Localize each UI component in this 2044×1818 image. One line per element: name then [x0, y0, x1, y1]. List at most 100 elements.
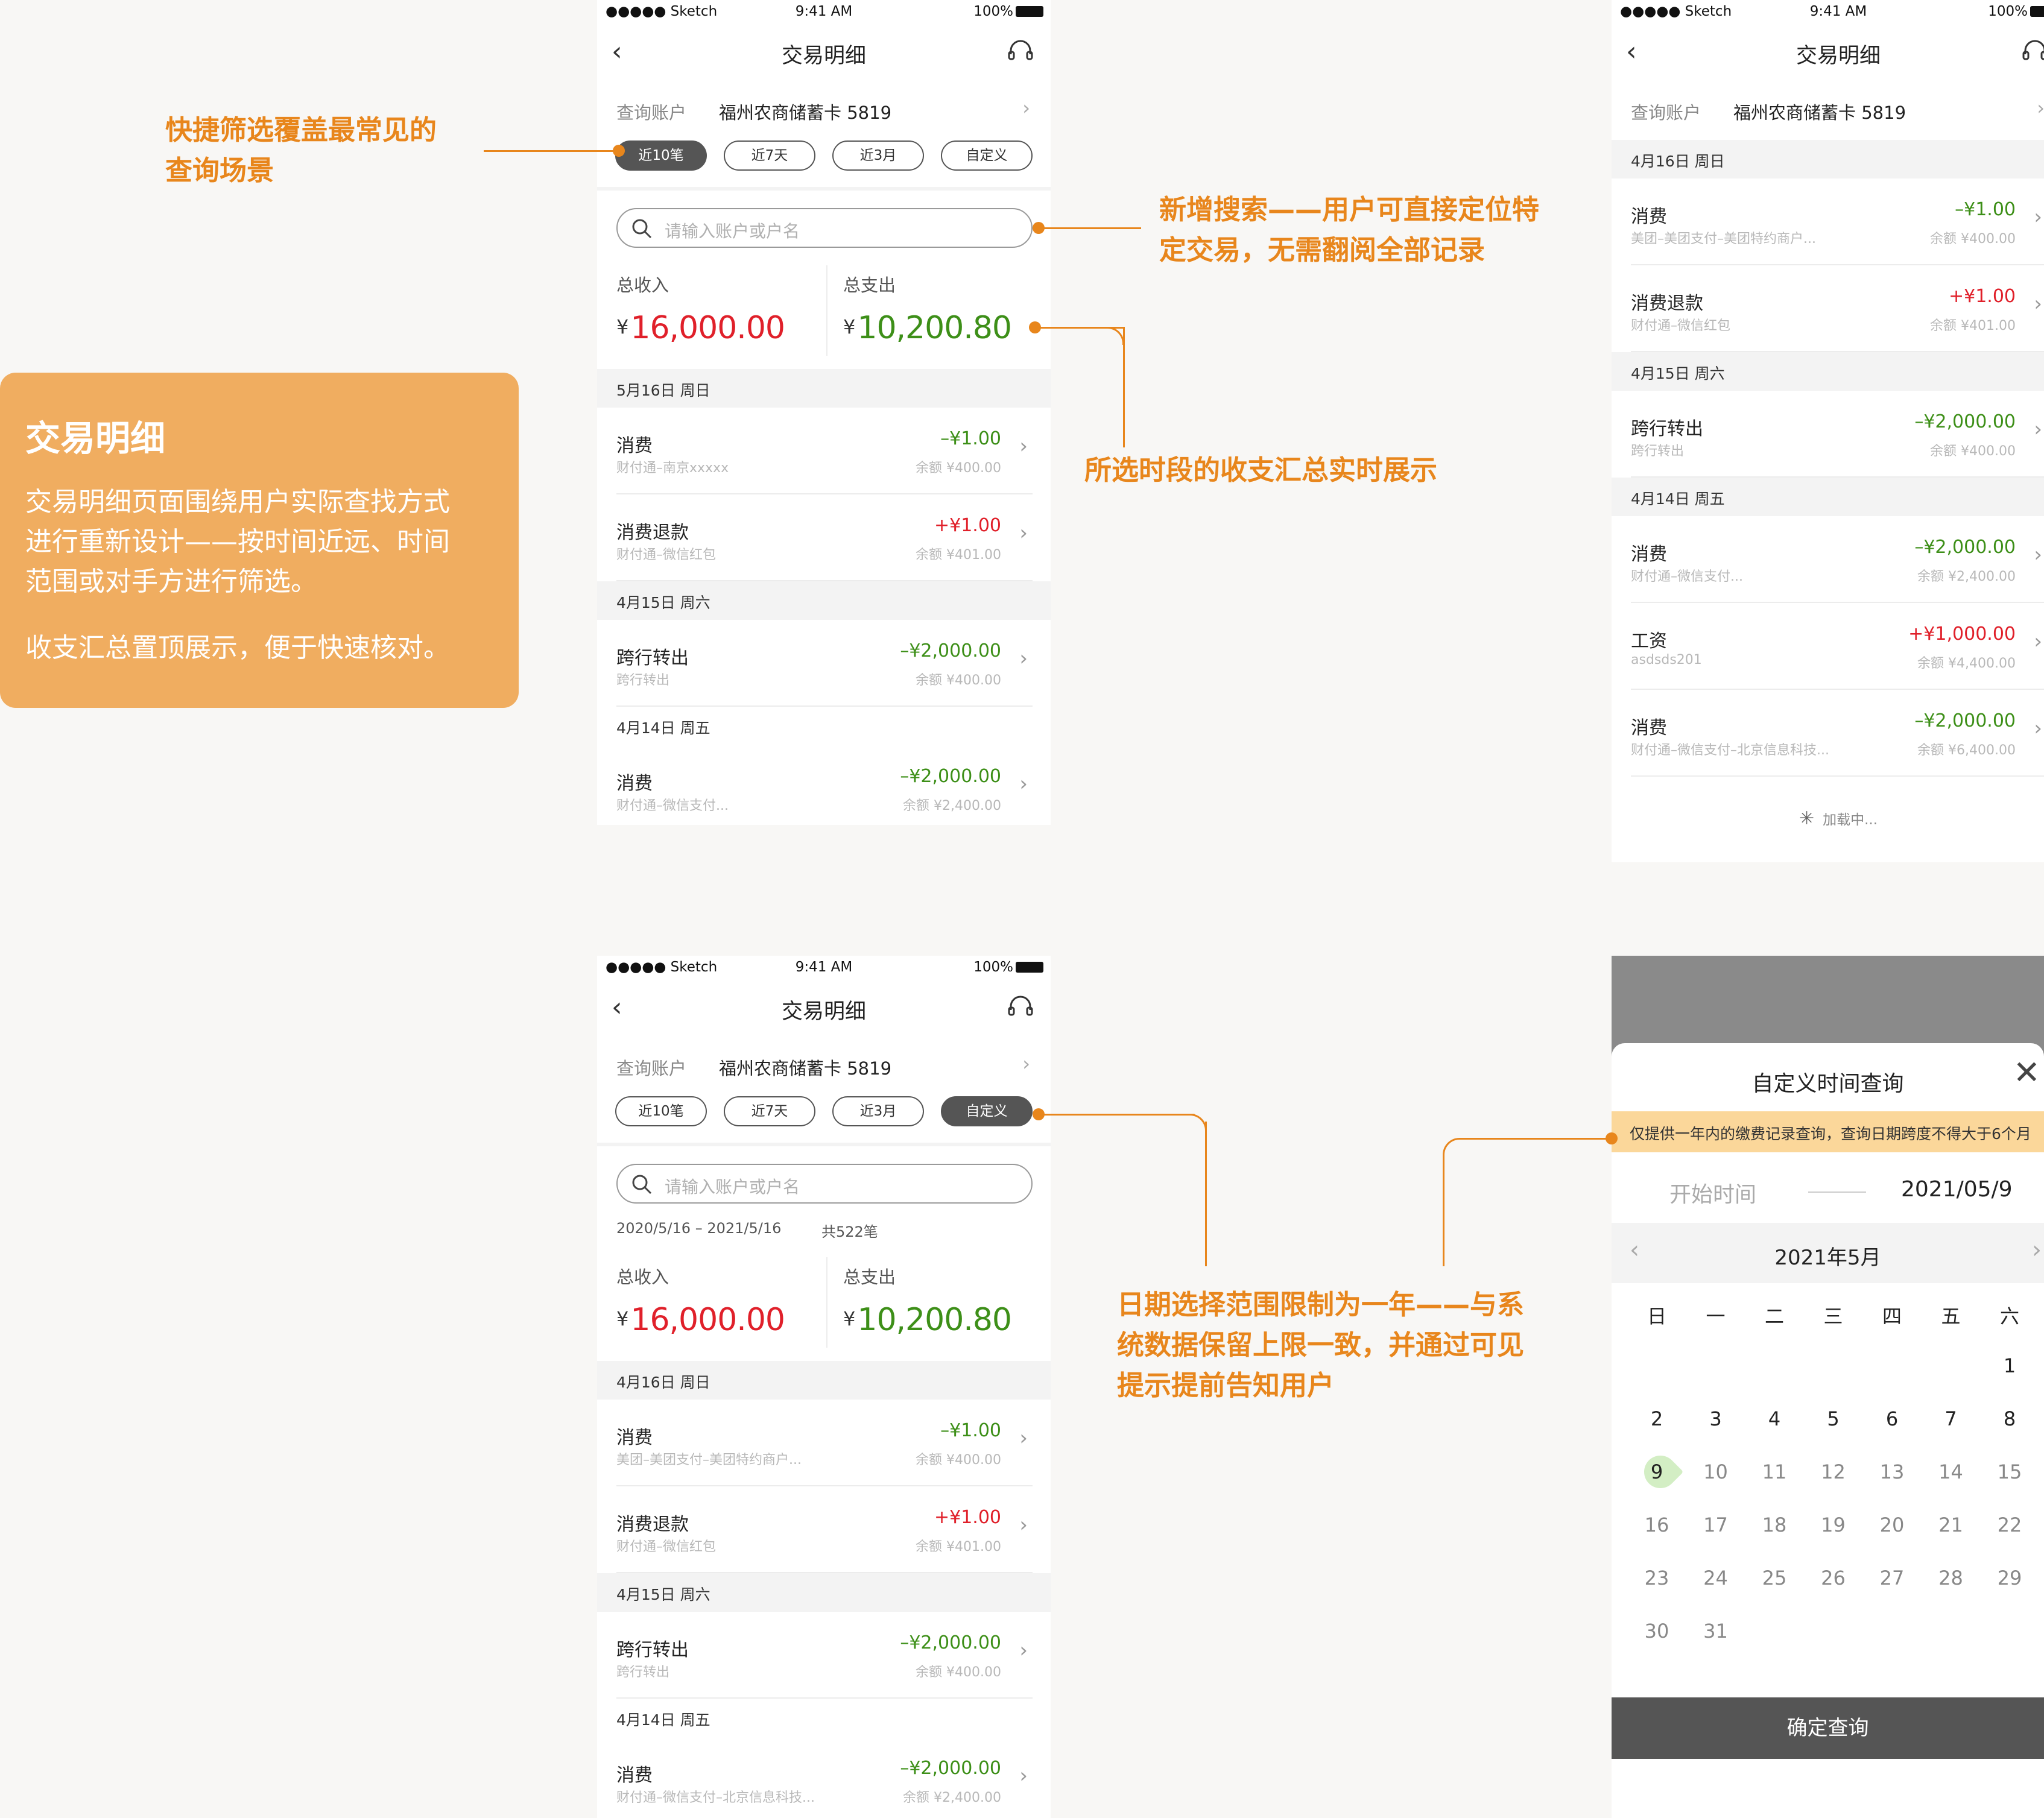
headset-icon[interactable]: [2020, 37, 2044, 66]
calendar-day[interactable]: 7: [1922, 1407, 1981, 1430]
row-divider: [1631, 775, 2044, 777]
callout-line: 快捷筛选覆盖最常见的: [165, 114, 437, 146]
transaction-counterparty: 财付通–南京xxxxx: [616, 461, 729, 476]
info-card-line: 范围或对手方进行筛选。: [25, 566, 317, 597]
phone-screen-date-modal: 自定义时间查询 ✕ 仅提供一年内的缴费记录查询，查询日期跨度不得大于6个月 开始…: [1612, 956, 2044, 1818]
phone-screen-custom: ●●●●● Sketch 9:41 AM 100% ‹ 交易明细 查询账户 福州…: [597, 956, 1051, 1818]
search-input[interactable]: 请输入账户或户名: [616, 208, 1033, 248]
income-amount: ¥16,000.00: [616, 310, 785, 346]
calendar-day[interactable]: 29: [1980, 1567, 2039, 1589]
calendar-day[interactable]: 6: [1862, 1407, 1922, 1430]
transaction-row[interactable]: 消费 财付通–南京xxxxx –¥1.00 余额 ¥400.00 ›: [597, 408, 1051, 494]
weekday-label: 二: [1764, 1305, 1784, 1328]
calendar-day[interactable]: 25: [1745, 1567, 1804, 1589]
calendar-day[interactable]: 26: [1804, 1567, 1863, 1589]
close-icon[interactable]: ✕: [2013, 1056, 2040, 1089]
calendar-day[interactable]: 13: [1862, 1460, 1922, 1483]
chip-custom[interactable]: 自定义: [941, 140, 1033, 171]
calendar-day[interactable]: 22: [1980, 1513, 2039, 1536]
transaction-counterparty: 美团–美团支付–美团特约商户...: [1631, 232, 1816, 247]
account-selector[interactable]: 查询账户 福州农商储蓄卡 5819 ›: [597, 88, 1051, 130]
calendar-day[interactable]: 4: [1745, 1407, 1804, 1430]
transaction-row[interactable]: 消费退款 财付通–微信红包 +¥1.00 余额 ¥401.00 ›: [1612, 265, 2044, 352]
transaction-row[interactable]: 消费 财付通–微信支付... –¥2,000.00 余额 ¥2,400.00 ›: [1612, 516, 2044, 603]
transaction-row[interactable]: 工资 asdsds201 +¥1,000.00 余额 ¥4,400.00 ›: [1612, 603, 2044, 690]
calendar-day[interactable]: 12: [1804, 1460, 1863, 1483]
calendar-day[interactable]: 30: [1627, 1620, 1686, 1643]
chip-recent-10[interactable]: 近10笔: [615, 1096, 707, 1126]
section-date-label: 4月16日 周日: [616, 1374, 710, 1391]
calendar-day[interactable]: 11: [1745, 1460, 1804, 1483]
transaction-row[interactable]: 消费 美团–美团支付–美团特约商户... –¥1.00 余额 ¥400.00 ›: [1612, 178, 2044, 265]
chip-7-days[interactable]: 近7天: [724, 1096, 815, 1126]
transaction-row[interactable]: 跨行转出 跨行转出 –¥2,000.00 余额 ¥400.00 ›: [597, 1612, 1051, 1699]
calendar-day[interactable]: 31: [1686, 1620, 1745, 1643]
calendar-day[interactable]: 20: [1862, 1513, 1922, 1536]
calendar-day[interactable]: 28: [1922, 1567, 1981, 1589]
transaction-title: 消费: [1631, 544, 1667, 565]
section-date-label: 4月14日 周五: [616, 719, 710, 737]
calendar-day[interactable]: 27: [1862, 1567, 1922, 1589]
transaction-title: 消费退款: [616, 1514, 689, 1535]
confirm-button[interactable]: 确定查询: [1612, 1697, 2044, 1759]
calendar-day[interactable]: 18: [1745, 1513, 1804, 1536]
transaction-amount: +¥1.00: [934, 1507, 1001, 1528]
expense-value: 10,200.80: [857, 1302, 1012, 1338]
calendar-day[interactable]: 5: [1804, 1407, 1863, 1430]
notice-text: 仅提供一年内的缴费记录查询，查询日期跨度不得大于6个月: [1630, 1125, 2031, 1143]
callout-line: 统数据保留上限一致，并通过可见: [1117, 1329, 1525, 1361]
currency-symbol: ¥: [616, 1307, 628, 1330]
transaction-row[interactable]: 消费 财付通–微信支付–北京信息科技... –¥2,000.00 余额 ¥6,400.…: [1612, 690, 2044, 777]
next-month-icon[interactable]: ›: [2032, 1236, 2042, 1264]
chevron-right-icon: ›: [1019, 1764, 1028, 1788]
connector-line: [1123, 327, 1125, 447]
headset-icon[interactable]: [1006, 993, 1035, 1022]
info-card: 交易明细 交易明细页面围绕用户实际查找方式 进行重新设计——按时间近远、时间 范…: [0, 373, 519, 708]
transaction-row[interactable]: 跨行转出 跨行转出 –¥2,000.00 余额 ¥400.00 ›: [1612, 391, 2044, 478]
calendar-day[interactable]: 3: [1686, 1407, 1745, 1430]
transaction-row[interactable]: 消费退款 财付通–微信红包 +¥1.00 余额 ¥401.00 ›: [597, 1486, 1051, 1573]
transaction-amount: –¥1.00: [1955, 199, 2016, 220]
calendar-day[interactable]: 15: [1980, 1460, 2039, 1483]
section-date-header: 4月14日 周五: [1612, 478, 2044, 516]
transaction-title: 消费退款: [1631, 293, 1703, 314]
calendar-day[interactable]: 19: [1804, 1513, 1863, 1536]
calendar-day[interactable]: 24: [1686, 1567, 1745, 1589]
search-input[interactable]: 请输入账户或户名: [616, 1164, 1033, 1204]
calendar-day[interactable]: 1: [1980, 1354, 2039, 1377]
transaction-row[interactable]: 跨行转出 跨行转出 –¥2,000.00 余额 ¥400.00 ›: [597, 620, 1051, 707]
chevron-right-icon: ›: [1019, 772, 1028, 796]
calendar-day-selected[interactable]: 9: [1627, 1448, 1686, 1495]
calendar-day[interactable]: 21: [1922, 1513, 1981, 1536]
transaction-row[interactable]: 消费退款 财付通–微信红包 +¥1.00 余额 ¥401.00 ›: [597, 494, 1051, 581]
transaction-row[interactable]: 消费 财付通–微信支付–北京信息科技... –¥2,000.00 余额 ¥2,400.…: [597, 1737, 1051, 1818]
chip-7-days[interactable]: 近7天: [724, 140, 815, 171]
calendar-day[interactable]: 16: [1627, 1513, 1686, 1536]
transaction-row[interactable]: 消费 财付通–微信支付... –¥2,000.00 余额 ¥2,400.00 ›: [597, 745, 1051, 825]
chip-recent-10[interactable]: 近10笔: [615, 140, 707, 171]
calendar-day[interactable]: 23: [1627, 1567, 1686, 1589]
status-bar: ●●●●● Sketch 9:41 AM 100%: [597, 0, 1051, 27]
chip-custom[interactable]: 自定义: [941, 1096, 1033, 1126]
account-value: 福州农商储蓄卡 5819: [1733, 103, 1906, 123]
calendar-day[interactable]: 8: [1980, 1407, 2039, 1430]
transaction-title: 消费: [1631, 206, 1667, 227]
account-selector[interactable]: 查询账户 福州农商储蓄卡 5819 ›: [1612, 88, 2044, 130]
transaction-row[interactable]: 消费 美团–美团支付–美团特约商户... –¥1.00 余额 ¥400.00 ›: [597, 1400, 1051, 1486]
start-date-field[interactable]: 开始时间: [1669, 1177, 1756, 1208]
chip-3-months[interactable]: 近3月: [832, 140, 924, 171]
end-date-field[interactable]: 2021/05/9: [1901, 1177, 2013, 1202]
chip-3-months[interactable]: 近3月: [832, 1096, 924, 1126]
calendar-day[interactable]: 17: [1686, 1513, 1745, 1536]
account-value: 福州农商储蓄卡 5819: [719, 1058, 892, 1079]
transaction-counterparty: 财付通–微信红包: [616, 1539, 717, 1554]
headset-icon[interactable]: [1006, 37, 1035, 66]
account-selector[interactable]: 查询账户 福州农商储蓄卡 5819 ›: [597, 1044, 1051, 1086]
calendar-day[interactable]: 14: [1922, 1460, 1981, 1483]
calendar-day[interactable]: 10: [1686, 1460, 1745, 1483]
divider: [597, 1143, 1051, 1146]
connector-line: [1468, 1138, 1608, 1140]
transaction-title: 消费: [616, 1765, 653, 1786]
phone-screen-scrolled: ●●●●● Sketch 9:41 AM 100% ‹ 交易明细 查询账户 福州…: [1612, 0, 2044, 862]
calendar-day[interactable]: 2: [1627, 1407, 1686, 1430]
